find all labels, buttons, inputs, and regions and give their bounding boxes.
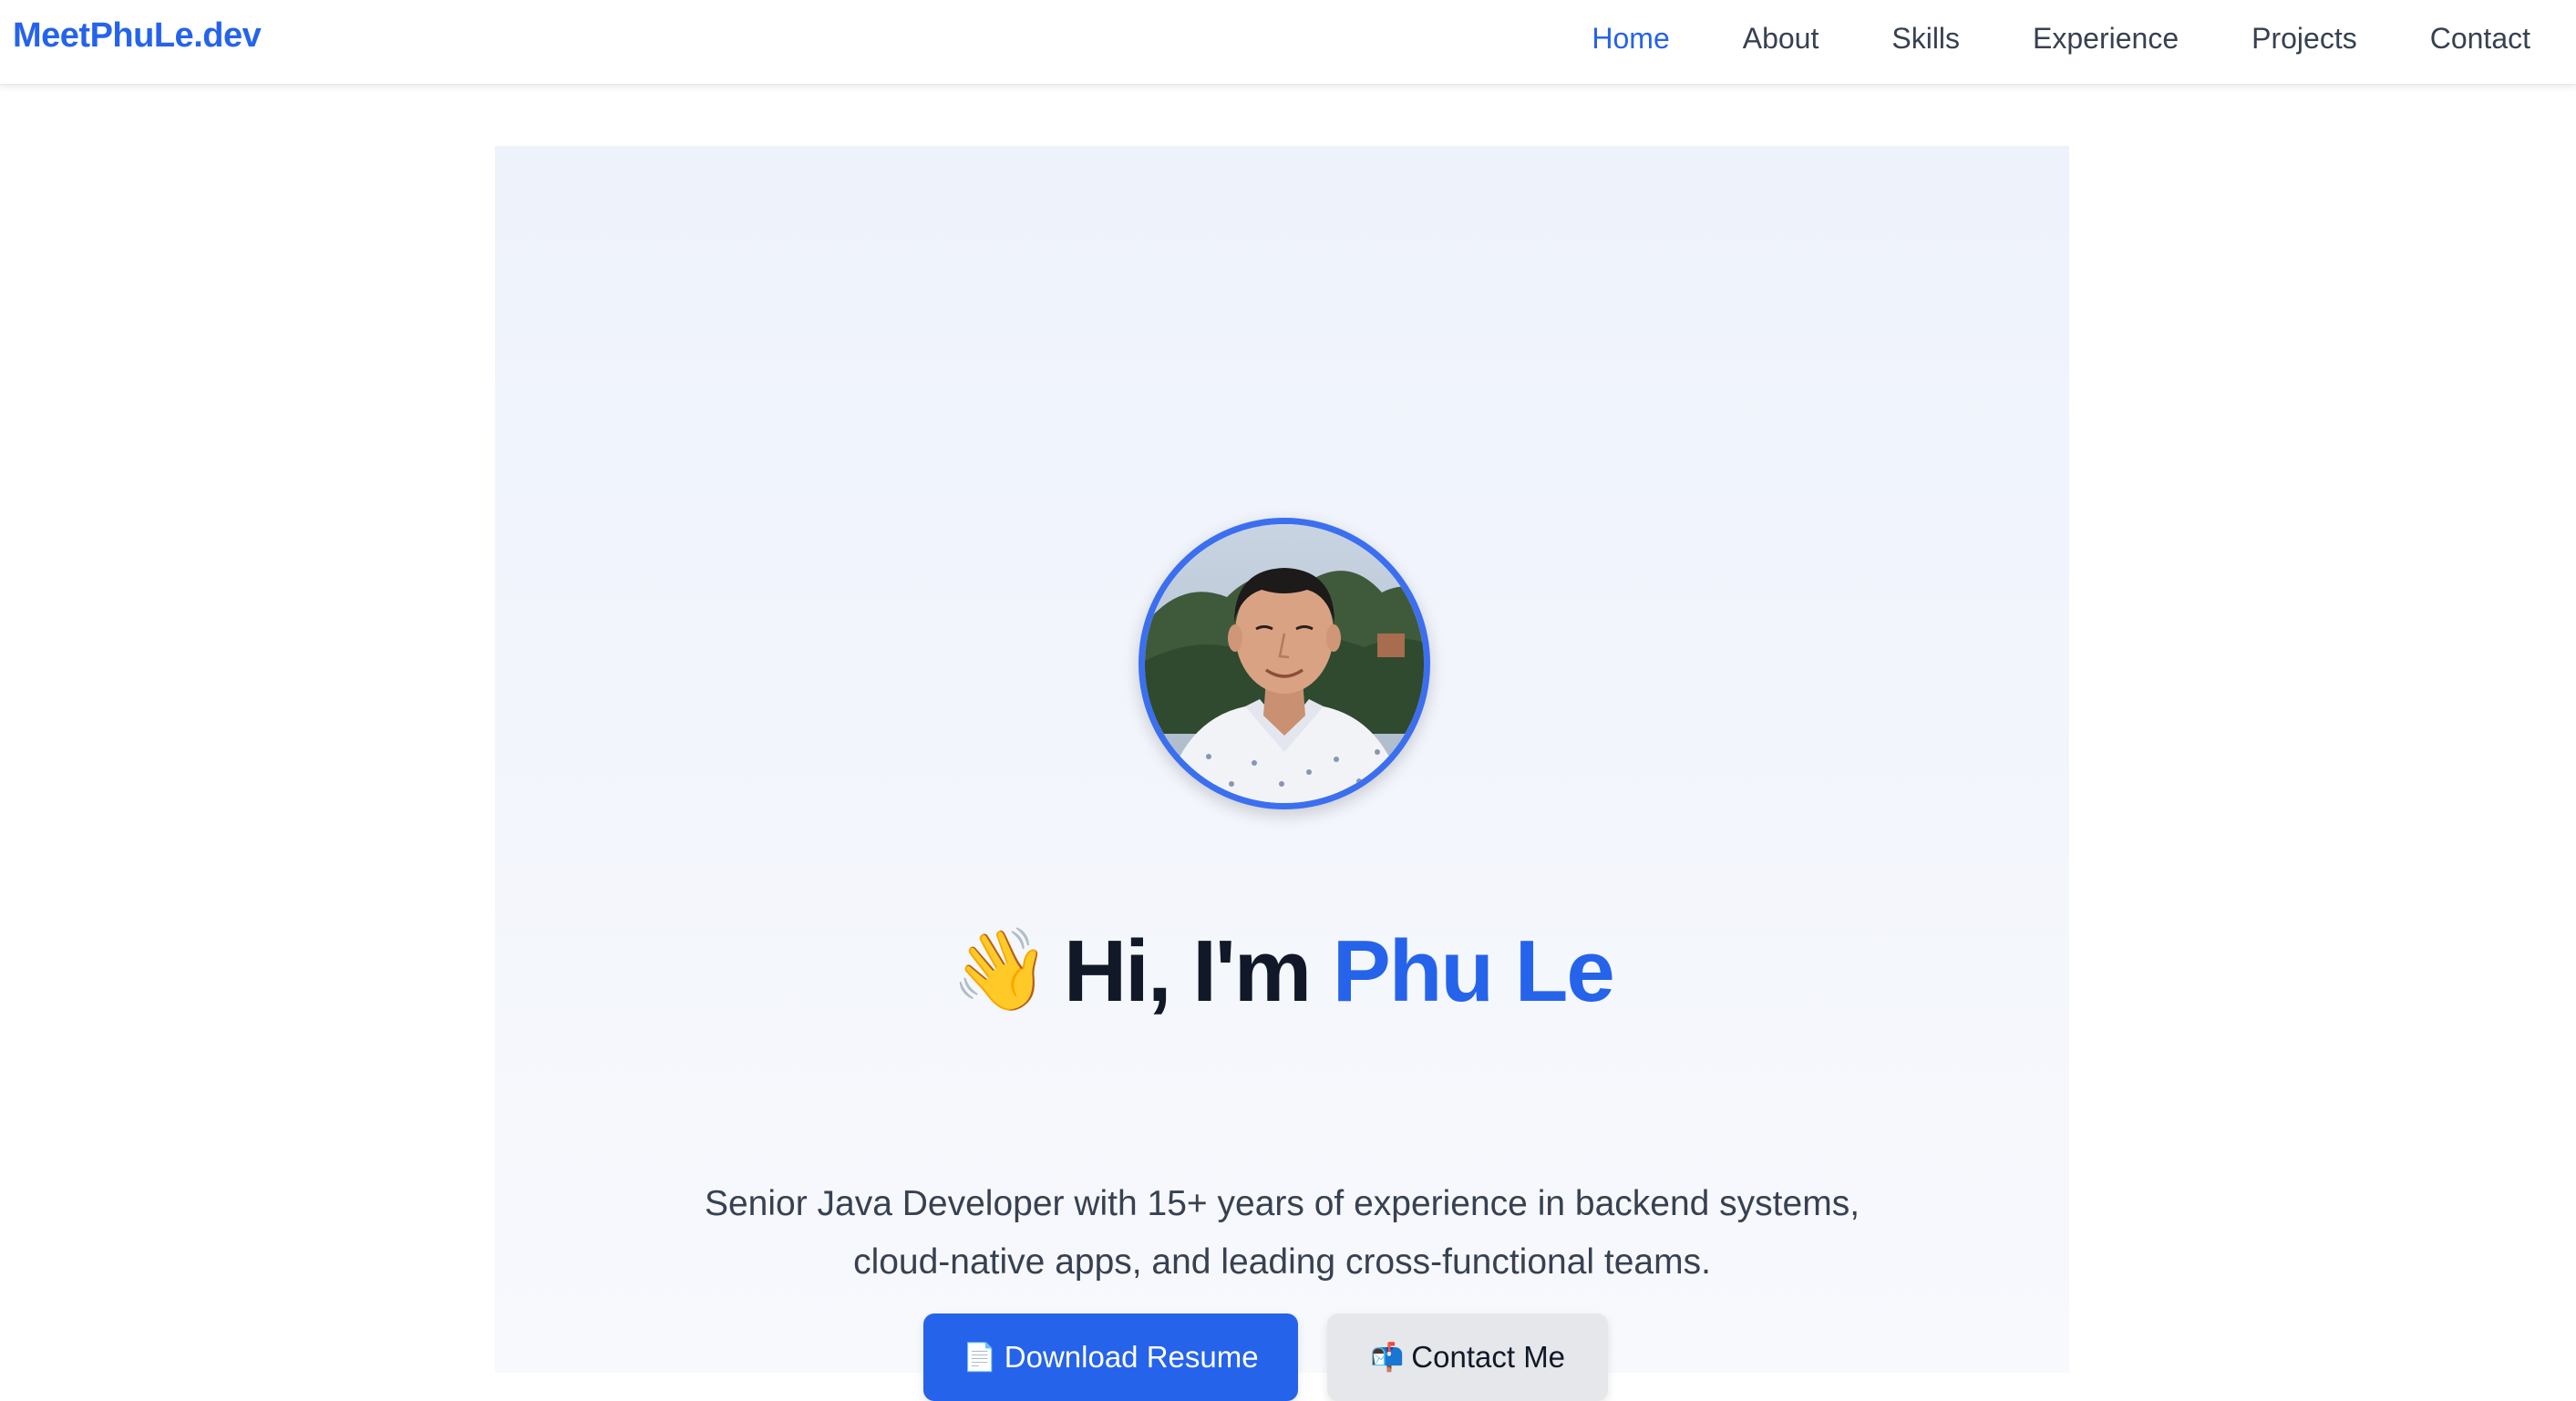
nav-link-projects[interactable]: Projects — [2251, 20, 2357, 57]
greeting-prefix: Hi, I'm — [1063, 922, 1312, 1021]
contact-me-button[interactable]: 📬 Contact Me — [1327, 1313, 1608, 1401]
contact-me-label: Contact Me — [1411, 1340, 1566, 1374]
tagline-line-1: Senior Java Developer with 15+ years of … — [704, 1184, 1860, 1223]
top-navbar: MeetPhuLe.dev Home About Skills Experien… — [0, 0, 2576, 85]
download-resume-button[interactable]: 📄 Download Resume — [923, 1313, 1298, 1401]
hero-tagline: Senior Java Developer with 15+ years of … — [495, 1175, 2069, 1292]
mailbox-icon: 📬 — [1369, 1342, 1405, 1373]
hero-heading: 👋 Hi, I'm Phu Le — [495, 915, 2069, 1026]
download-resume-label: Download Resume — [1004, 1340, 1259, 1374]
hero-actions: 📄 Download Resume 📬 Contact Me — [495, 1313, 2069, 1401]
nav-link-home[interactable]: Home — [1592, 20, 1669, 57]
brand-logo-link[interactable]: MeetPhuLe.dev — [13, 16, 262, 56]
hero-name: Phu Le — [1332, 922, 1615, 1021]
profile-photo-illustration — [1145, 524, 1424, 803]
nav-link-skills[interactable]: Skills — [1891, 20, 1960, 57]
profile-avatar — [1139, 518, 1430, 809]
nav-link-about[interactable]: About — [1743, 20, 1819, 57]
waving-hand-icon: 👋 — [951, 924, 1051, 1015]
hero-section: 👋 Hi, I'm Phu Le Senior Java Developer wi… — [495, 146, 2069, 1401]
tagline-line-2: cloud-native apps, and leading cross-fun… — [853, 1242, 1711, 1282]
document-icon: 📄 — [963, 1342, 997, 1373]
nav-link-contact[interactable]: Contact — [2430, 20, 2530, 57]
main-nav: Home About Skills Experience Projects Co… — [1519, 20, 2530, 57]
nav-link-experience[interactable]: Experience — [2033, 20, 2179, 57]
